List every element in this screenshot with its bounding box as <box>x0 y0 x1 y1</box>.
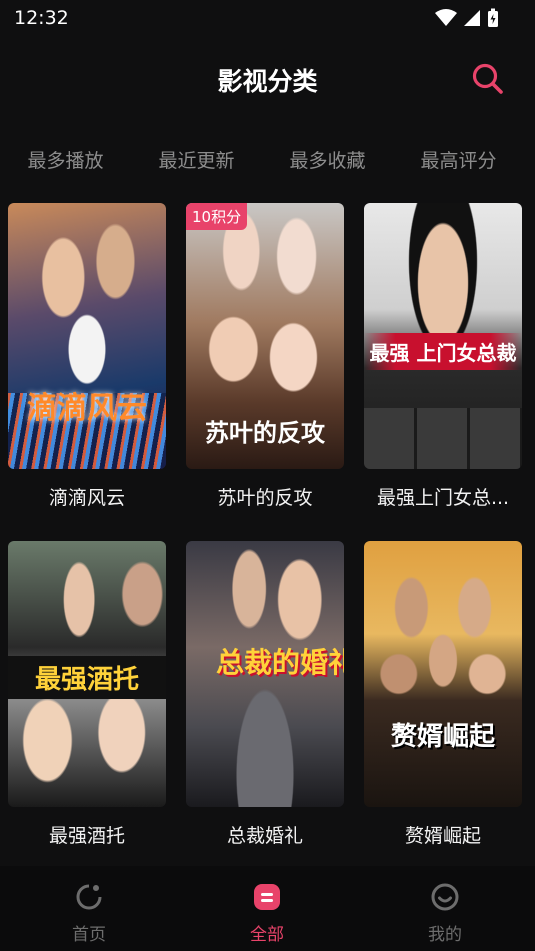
video-poster[interactable]: 苏叶的反攻 10积分 <box>186 203 344 469</box>
nav-all[interactable]: 全部 <box>178 866 356 951</box>
video-card[interactable]: 苏叶的反攻 10积分 苏叶的反攻 <box>186 203 344 510</box>
video-card[interactable]: 最强酒托 最强酒托 <box>8 541 166 848</box>
video-card[interactable]: 赘婿崛起 赘婿崛起 <box>364 541 522 848</box>
video-card[interactable]: 滴滴风云 滴滴风云 <box>8 203 166 510</box>
points-badge: 10积分 <box>186 203 248 230</box>
battery-icon <box>488 8 498 27</box>
search-icon <box>472 63 503 94</box>
poster-title: 总裁的婚礼 <box>216 646 344 679</box>
video-poster[interactable]: 总裁的婚礼 <box>186 541 344 807</box>
video-title: 苏叶的反攻 <box>217 487 313 509</box>
page-title: 影视分类 <box>217 67 318 96</box>
tab-most-played[interactable]: 最多播放 <box>0 142 131 180</box>
tab-top-rated[interactable]: 最高评分 <box>393 142 524 180</box>
video-card[interactable]: 最强 上门女总裁 最强上门女总... <box>364 203 522 510</box>
nav-home[interactable]: 首页 <box>0 866 178 951</box>
home-icon <box>76 884 102 910</box>
bottom-nav: 首页 全部 我的 <box>0 866 535 951</box>
tab-recently-updated[interactable]: 最近更新 <box>131 142 262 180</box>
video-poster[interactable]: 最强 上门女总裁 <box>364 203 522 469</box>
nav-all-label: 全部 <box>250 925 284 945</box>
status-icons <box>435 8 499 28</box>
tab-most-favorited[interactable]: 最多收藏 <box>262 142 393 180</box>
poster-title: 苏叶的反攻 <box>205 418 325 447</box>
video-title: 赘婿崛起 <box>404 825 481 847</box>
video-poster[interactable]: 滴滴风云 <box>8 203 166 469</box>
category-icon <box>254 884 280 910</box>
video-title: 最强酒托 <box>48 825 125 847</box>
poster-title: 最强酒托 <box>8 656 166 699</box>
nav-profile[interactable]: 我的 <box>356 866 534 951</box>
nav-home-label: 首页 <box>72 925 106 945</box>
video-poster[interactable]: 最强酒托 <box>8 541 166 807</box>
poster-title: 最强 上门女总裁 <box>364 333 522 370</box>
video-title: 滴滴风云 <box>48 487 125 509</box>
poster-title: 滴滴风云 <box>27 391 147 426</box>
poster-title: 赘婿崛起 <box>390 722 495 752</box>
header: 影视分类 <box>0 52 535 108</box>
search-button[interactable] <box>471 62 505 96</box>
nav-profile-label: 我的 <box>428 925 462 945</box>
status-bar: 12:32 <box>0 0 535 36</box>
video-title: 最强上门女总... <box>376 487 510 509</box>
video-title: 总裁婚礼 <box>226 825 303 847</box>
wifi-icon <box>435 9 457 26</box>
sort-tabs: 最多播放 最近更新 最多收藏 最高评分 <box>0 142 535 180</box>
signal-icon <box>464 10 480 26</box>
video-poster[interactable]: 赘婿崛起 <box>364 541 522 807</box>
profile-icon <box>431 883 459 911</box>
status-time: 12:32 <box>14 7 69 29</box>
video-card[interactable]: 总裁的婚礼 总裁婚礼 <box>186 541 344 848</box>
